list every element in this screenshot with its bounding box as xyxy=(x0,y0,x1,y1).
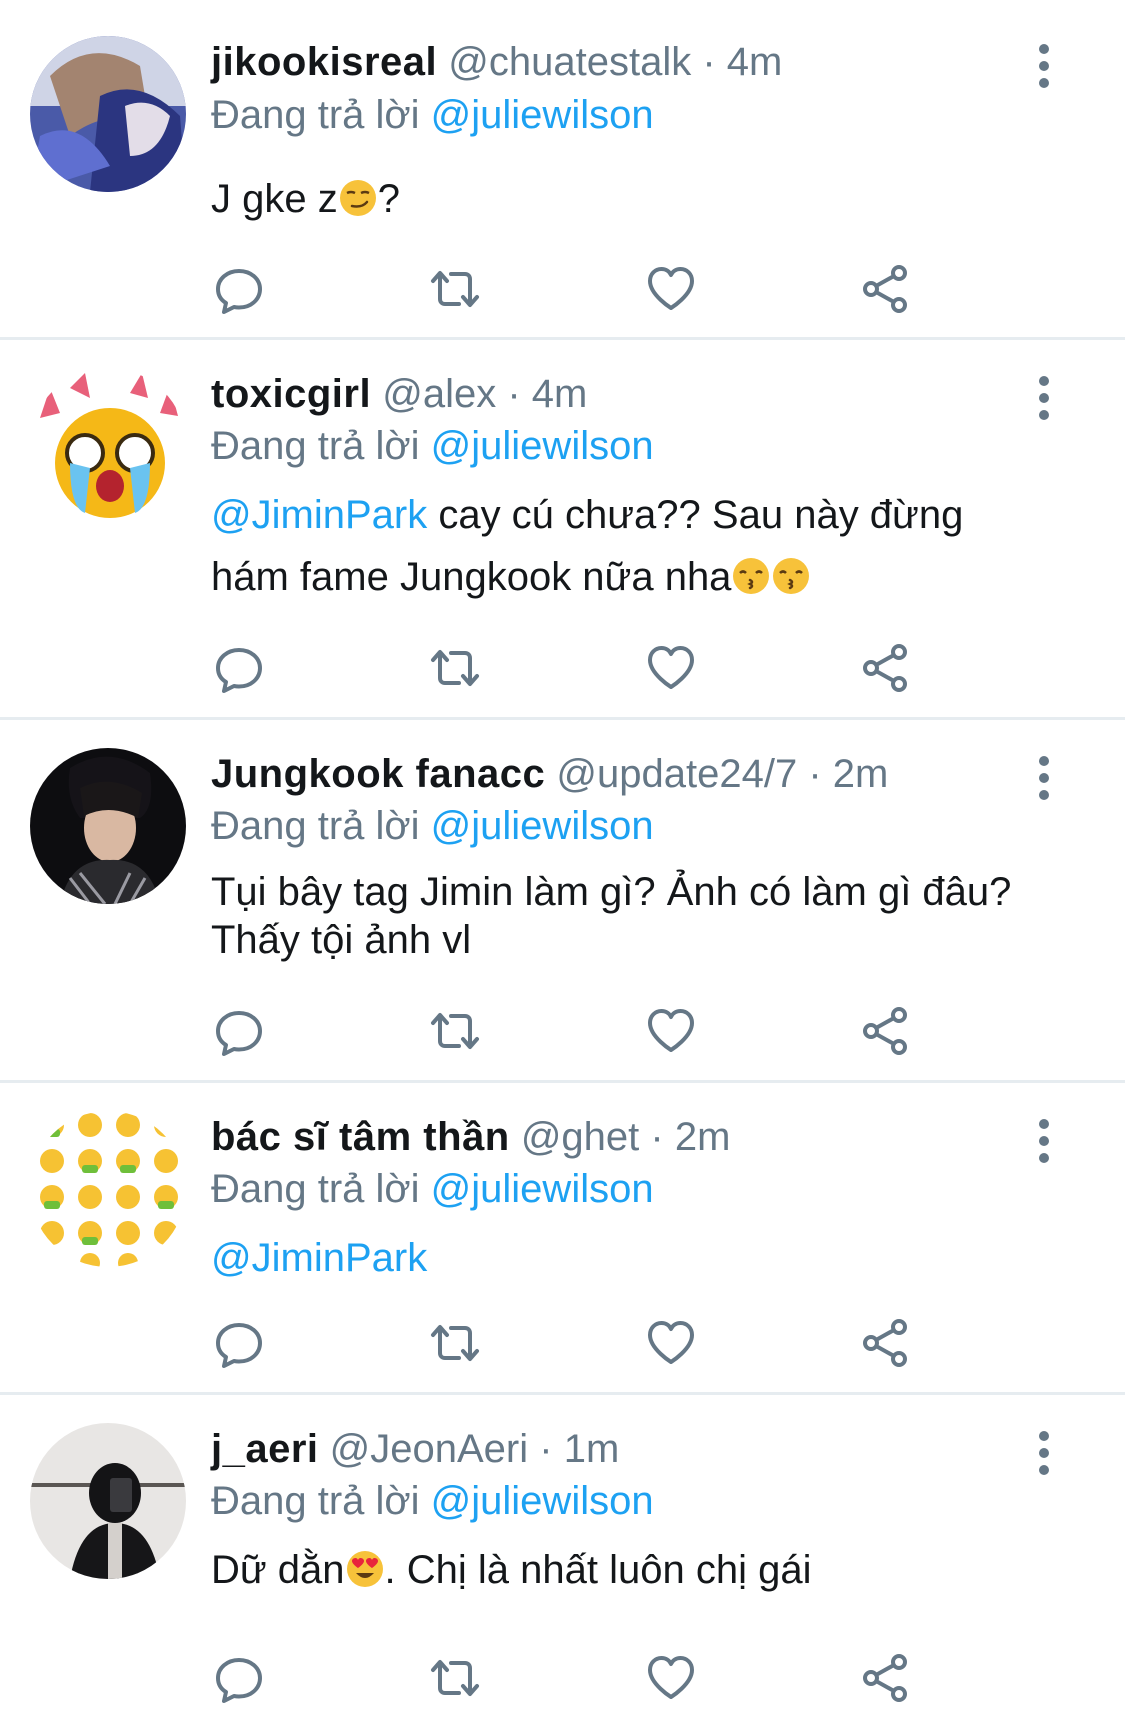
avatar[interactable] xyxy=(30,36,186,192)
tweet-text-part: ? xyxy=(377,177,400,221)
user-mention[interactable]: @JiminPark xyxy=(211,1236,427,1280)
tweet-header: jikookisreal @chuatestalk · 4m xyxy=(211,38,782,86)
replying-to-label: Đang trả lời xyxy=(211,424,420,468)
tweet-card[interactable]: toxicgirl @alex · 4m Đang trả lời @julie… xyxy=(0,340,1125,720)
retweet-icon[interactable] xyxy=(427,1003,483,1059)
reply-icon[interactable] xyxy=(211,640,267,696)
display-name[interactable]: jikookisreal xyxy=(211,40,437,84)
avatar[interactable] xyxy=(30,368,186,524)
replying-to-mention[interactable]: @juliewilson xyxy=(431,424,654,468)
replies-feed: jikookisreal @chuatestalk · 4m Đang trả … xyxy=(0,0,1125,1715)
replying-to-label: Đang trả lời xyxy=(211,93,420,137)
like-icon[interactable] xyxy=(643,640,699,696)
replying-to-label: Đang trả lời xyxy=(211,1479,420,1523)
replying-to: Đang trả lời @juliewilson xyxy=(211,422,654,470)
like-icon[interactable] xyxy=(643,1315,699,1371)
user-handle[interactable]: @ghet xyxy=(521,1115,639,1159)
tweet-header: Jungkook fanacc @update24/7 · 2m xyxy=(211,750,888,798)
user-handle[interactable]: @update24/7 xyxy=(556,752,797,796)
reply-icon[interactable] xyxy=(211,1003,267,1059)
separator: · xyxy=(507,372,521,416)
tweet-card[interactable]: jikookisreal @chuatestalk · 4m Đang trả … xyxy=(0,0,1125,340)
tweet-text: J gke z? xyxy=(211,168,1041,230)
display-name[interactable]: toxicgirl xyxy=(211,372,371,416)
timestamp[interactable]: 4m xyxy=(727,40,783,84)
more-icon[interactable] xyxy=(1030,756,1058,802)
user-handle[interactable]: @alex xyxy=(382,372,496,416)
tweet-text: Tụi bây tag Jimin làm gì? Ảnh có làm gì … xyxy=(211,868,1041,964)
replying-to: Đang trả lời @juliewilson xyxy=(211,1477,654,1525)
share-icon[interactable] xyxy=(857,1315,913,1371)
replying-to-mention[interactable]: @juliewilson xyxy=(431,93,654,137)
like-icon[interactable] xyxy=(643,1650,699,1706)
display-name[interactable]: j_aeri xyxy=(211,1427,319,1471)
kissing-face-emoji xyxy=(731,556,771,596)
timestamp[interactable]: 1m xyxy=(564,1427,620,1471)
smirking-face-emoji xyxy=(338,178,378,218)
display-name[interactable]: bác sĩ tâm thần xyxy=(211,1115,510,1159)
timestamp[interactable]: 4m xyxy=(532,372,588,416)
share-icon[interactable] xyxy=(857,640,913,696)
replying-to-label: Đang trả lời xyxy=(211,1167,420,1211)
avatar[interactable] xyxy=(30,1111,186,1267)
replying-to-label: Đang trả lời xyxy=(211,804,420,848)
share-icon[interactable] xyxy=(857,1003,913,1059)
like-icon[interactable] xyxy=(643,1003,699,1059)
replying-to-mention[interactable]: @juliewilson xyxy=(431,1479,654,1523)
tweet-text: @JiminPark xyxy=(211,1227,1041,1289)
replying-to-mention[interactable]: @juliewilson xyxy=(431,1167,654,1211)
tweet-card[interactable]: Jungkook fanacc @update24/7 · 2m Đang tr… xyxy=(0,720,1125,1083)
tweet-text: Dữ dằn . Chị là nhất luôn chị gái xyxy=(211,1539,1041,1601)
kissing-face-emoji xyxy=(771,556,811,596)
separator: · xyxy=(539,1427,553,1471)
user-handle[interactable]: @chuatestalk xyxy=(448,40,691,84)
separator: · xyxy=(702,40,716,84)
user-handle[interactable]: @JeonAeri xyxy=(330,1427,528,1471)
retweet-icon[interactable] xyxy=(427,1315,483,1371)
retweet-icon[interactable] xyxy=(427,1650,483,1706)
heart-eyes-face-emoji xyxy=(345,1549,385,1589)
timestamp[interactable]: 2m xyxy=(833,752,889,796)
tweet-header: toxicgirl @alex · 4m xyxy=(211,370,587,418)
tweet-header: bác sĩ tâm thần @ghet · 2m xyxy=(211,1113,730,1161)
tweet-text-part: Tụi bây tag Jimin làm gì? Ảnh có làm gì … xyxy=(211,870,1012,962)
reply-icon[interactable] xyxy=(211,261,267,317)
timestamp[interactable]: 2m xyxy=(675,1115,731,1159)
tweet-text-part: J gke z xyxy=(211,177,338,221)
like-icon[interactable] xyxy=(643,261,699,317)
more-icon[interactable] xyxy=(1030,1119,1058,1165)
separator: · xyxy=(650,1115,664,1159)
avatar[interactable] xyxy=(30,1423,186,1579)
replying-to: Đang trả lời @juliewilson xyxy=(211,1165,654,1213)
replying-to: Đang trả lời @juliewilson xyxy=(211,802,654,850)
tweet-text-part: . Chị là nhất luôn chị gái xyxy=(384,1548,812,1592)
more-icon[interactable] xyxy=(1030,44,1058,90)
retweet-icon[interactable] xyxy=(427,261,483,317)
display-name[interactable]: Jungkook fanacc xyxy=(211,752,545,796)
retweet-icon[interactable] xyxy=(427,640,483,696)
tweet-card[interactable]: j_aeri @JeonAeri · 1m Đang trả lời @juli… xyxy=(0,1395,1125,1715)
tweet-text: @JiminPark cay cú chưa?? Sau này đừng há… xyxy=(211,484,1041,608)
more-icon[interactable] xyxy=(1030,1431,1058,1477)
tweet-text-part: Dữ dằn xyxy=(211,1548,345,1592)
replying-to: Đang trả lời @juliewilson xyxy=(211,91,654,139)
tweet-card[interactable]: bác sĩ tâm thần @ghet · 2m Đang trả lời … xyxy=(0,1083,1125,1395)
user-mention[interactable]: @JiminPark xyxy=(211,493,427,537)
share-icon[interactable] xyxy=(857,1650,913,1706)
reply-icon[interactable] xyxy=(211,1650,267,1706)
avatar[interactable] xyxy=(30,748,186,904)
more-icon[interactable] xyxy=(1030,376,1058,422)
share-icon[interactable] xyxy=(857,261,913,317)
tweet-header: j_aeri @JeonAeri · 1m xyxy=(211,1425,619,1473)
reply-icon[interactable] xyxy=(211,1315,267,1371)
replying-to-mention[interactable]: @juliewilson xyxy=(431,804,654,848)
separator: · xyxy=(808,752,822,796)
